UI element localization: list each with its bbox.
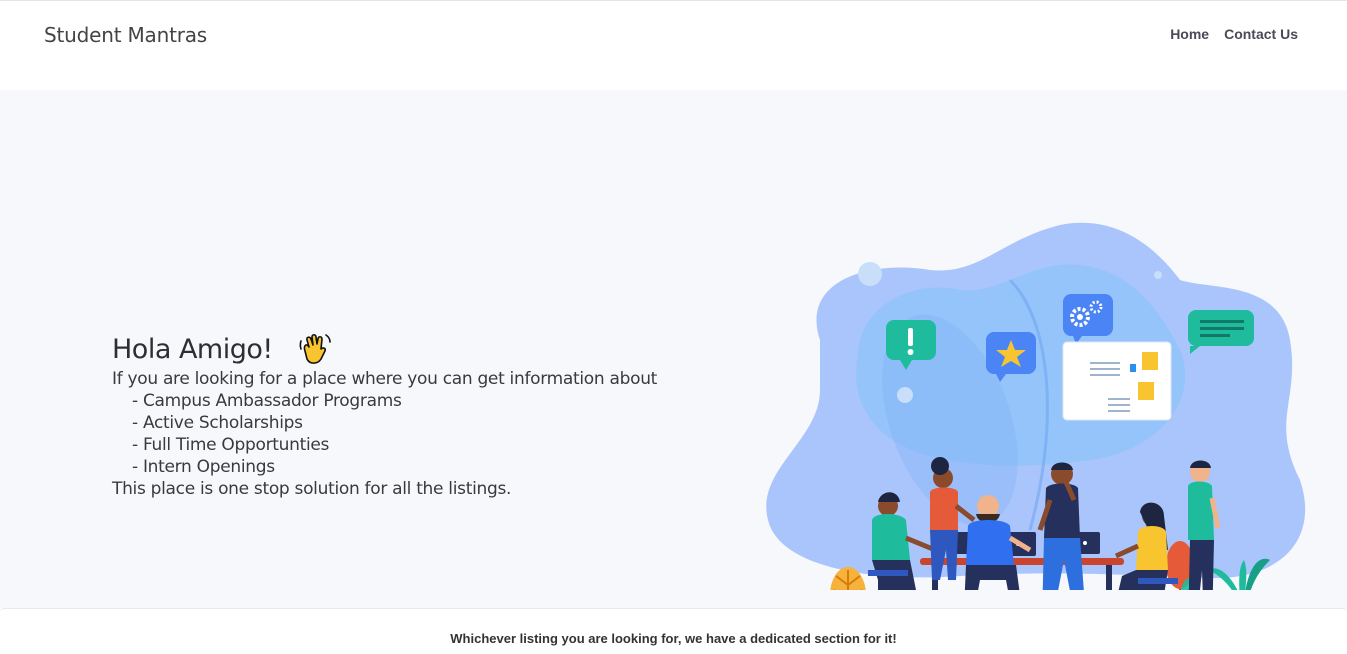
- team-meeting-illustration: [760, 220, 1320, 636]
- waving-hand-icon: [297, 331, 333, 367]
- listing-tagline: Whichever listing you are looking for, w…: [450, 631, 897, 646]
- footer-bar: Whichever listing you are looking for, w…: [0, 608, 1347, 654]
- listing-item-campus-ambassador: - Campus Ambassador Programs: [132, 391, 402, 411]
- hero-outro: This place is one stop solution for all …: [112, 479, 512, 499]
- nav-home-link[interactable]: Home: [1170, 26, 1209, 42]
- hero-text: Hola Amigo! If you are looking for a pla…: [112, 330, 712, 500]
- whiteboard: [1062, 341, 1172, 421]
- greeting-row: Hola Amigo!: [112, 330, 712, 368]
- brand-logo[interactable]: Student Mantras: [44, 23, 207, 47]
- nav-contact-link[interactable]: Contact Us: [1224, 26, 1298, 42]
- listing-item-intern: - Intern Openings: [132, 457, 275, 477]
- listing-item-scholarships: - Active Scholarships: [132, 413, 303, 433]
- hero-section: Hola Amigo! If you are looking for a pla…: [0, 90, 1347, 636]
- hero-intro: If you are looking for a place where you…: [112, 369, 658, 389]
- navbar: Student Mantras Home Contact Us: [0, 0, 1347, 90]
- hero-greeting: Hola Amigo!: [112, 333, 273, 365]
- listing-item-full-time: - Full Time Opportunties: [132, 435, 330, 455]
- nav-links: Home Contact Us: [1170, 26, 1298, 42]
